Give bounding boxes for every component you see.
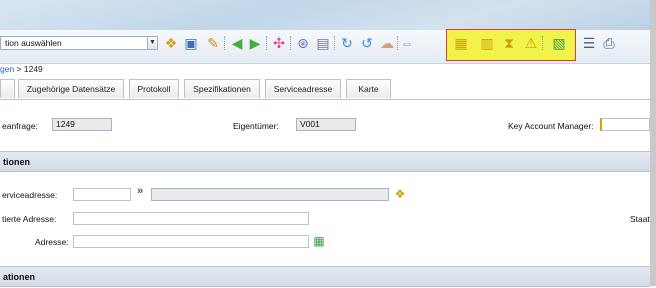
validated-address-input[interactable] (73, 212, 309, 225)
tab-protocol[interactable]: Protokoll (129, 79, 179, 98)
address-lookup-icon[interactable]: ❖ (391, 185, 409, 203)
tab-related-records[interactable]: Zugehörige Datensätze (18, 79, 124, 98)
new-record-icon[interactable]: ❖ (162, 34, 180, 52)
owner-field: V001 (296, 118, 356, 131)
address-picker-icon[interactable]: ▦ (310, 232, 328, 250)
address-label: Adresse: (35, 237, 69, 247)
refresh-alt-icon[interactable]: ↺ (358, 34, 376, 52)
notes-icon[interactable]: ▤ (314, 34, 332, 52)
action-select[interactable]: tion auswählen (0, 36, 158, 50)
data-icon[interactable]: ▦ (452, 34, 470, 52)
workflow-icon[interactable]: ✣ (270, 34, 288, 52)
breadcrumb-separator: > (14, 64, 24, 74)
report-icon[interactable]: ▧ (550, 34, 568, 52)
breadcrumb: gen > 1249 (0, 64, 43, 74)
section-header[interactable]: tionen (0, 151, 650, 172)
key-account-manager-label: Key Account Manager: (508, 121, 594, 131)
save-icon[interactable]: ▣ (182, 34, 200, 52)
service-address-label: erviceadresse: (2, 190, 58, 200)
breadcrumb-current: 1249 (23, 64, 43, 74)
edit-icon[interactable]: ✎ (204, 34, 222, 52)
tab-specifications[interactable]: Spezifikationen (184, 79, 260, 98)
hourglass-icon[interactable]: ⧗ (500, 34, 518, 52)
toolbar-separator (224, 36, 226, 50)
window-header (0, 0, 650, 30)
request-label: eanfrage: (2, 121, 38, 131)
share-icon[interactable]: ⇔ (398, 34, 416, 52)
cloud-icon[interactable]: ☁ (378, 34, 396, 52)
print-icon[interactable]: ⎙ (600, 34, 618, 52)
toolbar-separator (542, 36, 544, 50)
state-label: Staat (630, 214, 650, 224)
key-account-manager-input[interactable] (600, 118, 650, 131)
back-arrow-icon[interactable]: ◀ (228, 34, 246, 52)
tab-map[interactable]: Karte (346, 79, 391, 98)
search-icon[interactable]: ⊛ (294, 34, 312, 52)
window-frame (650, 0, 656, 286)
tab-service-address[interactable]: Serviceadresse (265, 79, 341, 98)
service-address-display (151, 188, 389, 201)
chevron-down-icon[interactable]: ▼ (147, 36, 158, 50)
toolbar-separator (290, 36, 292, 50)
tab-main[interactable] (0, 79, 15, 98)
toolbar-separator (266, 36, 268, 50)
breadcrumb-link[interactable]: gen (0, 64, 14, 74)
toolbar-separator (334, 36, 336, 50)
barcode-icon[interactable]: ▥ (478, 34, 496, 52)
double-chevron-icon[interactable]: » (137, 185, 143, 197)
validated-address-label: tierte Adresse: (2, 214, 57, 224)
refresh-icon[interactable]: ↻ (338, 34, 356, 52)
address-input[interactable] (73, 235, 309, 248)
list-icon[interactable]: ☰ (580, 34, 598, 52)
forward-arrow-icon[interactable]: ▶ (246, 34, 264, 52)
owner-label: Eigentümer: (233, 121, 279, 131)
request-number-field: 1249 (52, 118, 112, 131)
warning-icon[interactable]: ⚠ (522, 34, 540, 52)
service-address-input[interactable] (73, 188, 131, 201)
tab-bar: Zugehörige Datensätze Protokoll Spezifik… (0, 79, 650, 100)
section-header[interactable]: ationen (0, 266, 650, 287)
